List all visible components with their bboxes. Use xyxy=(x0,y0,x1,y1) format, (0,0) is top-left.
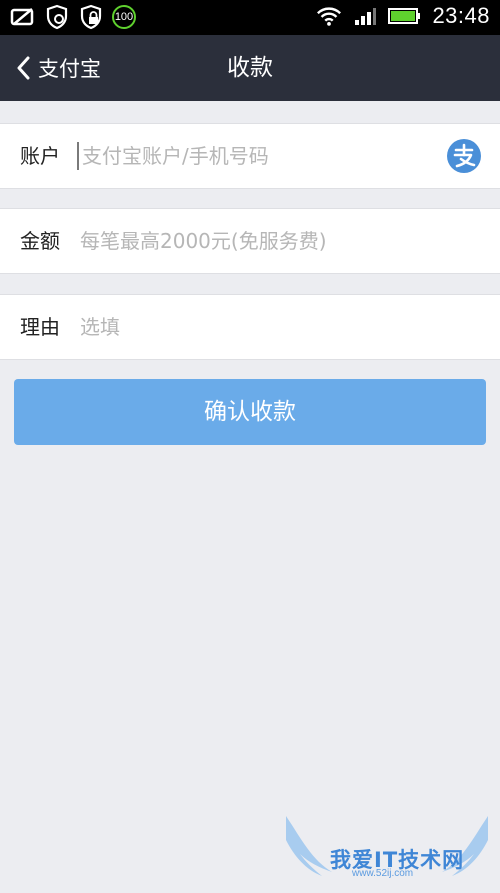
confirm-receive-button[interactable]: 确认收款 xyxy=(14,379,486,445)
text-cursor xyxy=(77,142,79,170)
account-input[interactable]: 支付宝账户/手机号码 xyxy=(82,124,269,188)
battery-icon xyxy=(388,3,422,29)
alipay-icon[interactable] xyxy=(446,138,482,174)
amount-label: 金额 xyxy=(20,229,60,253)
reason-label: 理由 xyxy=(20,315,60,339)
status-right-icons: 23:48 xyxy=(316,3,490,29)
watermark-url: www.52ij.com xyxy=(352,868,414,879)
amount-input[interactable]: 每笔最高2000元(免服务费) xyxy=(80,209,327,273)
amount-row[interactable]: 金额 每笔最高2000元(免服务费) xyxy=(0,208,500,274)
signal-icon xyxy=(352,3,378,29)
status-left-icons: 100 xyxy=(10,4,136,30)
status-bar: 100 23:48 xyxy=(0,0,500,35)
navigation-bar: 支付宝 收款 xyxy=(0,35,500,101)
account-row[interactable]: 账户 支付宝账户/手机号码 xyxy=(0,123,500,189)
clock: 23:48 xyxy=(432,3,490,28)
page-title: 收款 xyxy=(227,55,273,81)
battery-saver-badge: 100 xyxy=(112,5,136,29)
shield-sync-icon xyxy=(44,4,70,30)
wifi-icon xyxy=(316,3,342,29)
screen-off-icon xyxy=(10,4,36,30)
reason-row[interactable]: 理由 选填 xyxy=(0,294,500,360)
account-label: 账户 xyxy=(20,144,60,168)
shield-lock-icon xyxy=(78,4,104,30)
reason-input[interactable]: 选填 xyxy=(80,295,120,359)
